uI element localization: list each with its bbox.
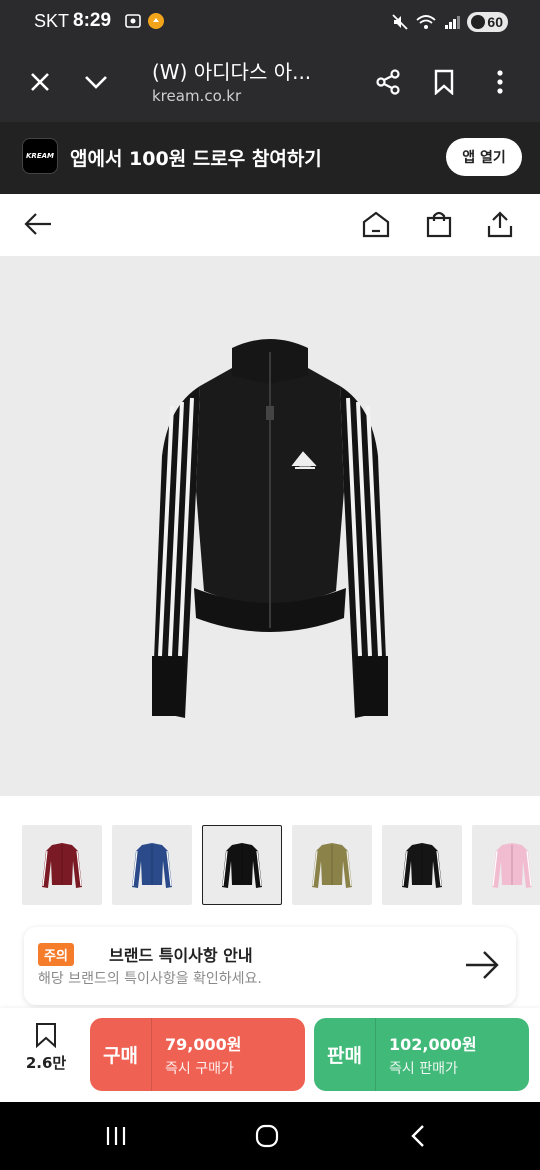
bookmark-icon <box>36 1023 56 1048</box>
notification-app-icon <box>148 13 164 29</box>
color-variant-thumbnails <box>0 823 540 905</box>
thumbnail-3[interactable] <box>202 825 282 905</box>
product-image[interactable] <box>0 256 540 796</box>
brand-notice-card[interactable]: 주의 브랜드 특이사항 안내 해당 브랜드의 특이사항을 확인하세요. <box>24 927 516 1005</box>
banner-text: 앱에서 100원 드로우 참여하기 <box>70 148 322 170</box>
share-icon <box>376 69 400 95</box>
home-nav-button[interactable] <box>247 1118 287 1154</box>
back-arrow-icon <box>24 213 51 235</box>
thumbnail-2[interactable] <box>112 825 192 905</box>
home-icon <box>362 211 390 238</box>
status-right-icons: 60 <box>391 10 508 34</box>
back-chevron-icon <box>411 1125 424 1147</box>
page-title: (W) 아디다스 아... <box>152 60 312 84</box>
battery-indicator: 60 <box>467 12 508 32</box>
thumbnail-4[interactable] <box>292 825 372 905</box>
battery-saver-icon <box>471 15 486 29</box>
page-share-button[interactable] <box>482 206 518 242</box>
browser-share-button[interactable] <box>366 60 410 104</box>
wishlist-button[interactable]: 2.6만 <box>20 1022 72 1088</box>
purchase-action-bar: 2.6만 구매 79,000원 즉시 구매가 판매 102,000원 즉시 판매… <box>0 1008 540 1102</box>
cart-button[interactable] <box>421 206 457 242</box>
track-jacket-image <box>152 339 388 718</box>
jacket-thumbnail-image <box>42 843 82 888</box>
arrow-right-icon <box>466 951 499 979</box>
more-vert-icon <box>497 70 503 94</box>
thumbnail-6[interactable] <box>472 825 540 905</box>
thumbnail-5[interactable] <box>382 825 462 905</box>
close-icon <box>31 73 49 91</box>
notice-heading: 브랜드 특이사항 안내 <box>109 946 253 965</box>
bookmark-icon <box>434 69 454 95</box>
buy-label: 구매 <box>90 1018 152 1091</box>
wifi-icon <box>416 15 437 29</box>
recent-apps-icon <box>106 1127 126 1145</box>
more-options-button[interactable] <box>478 60 522 104</box>
notice-tag: 주의 <box>38 943 74 966</box>
sell-desc: 즉시 판매가 <box>389 1061 458 1077</box>
close-tab-button[interactable] <box>18 60 62 104</box>
minimize-button[interactable] <box>74 60 118 104</box>
screenshot-icon <box>125 14 141 28</box>
jacket-thumbnail-image <box>402 843 442 888</box>
clock: 8:29 <box>73 10 112 31</box>
system-navigation-bar <box>0 1102 540 1170</box>
screen: SKT 8:29 60 (W) 아디다스 아... kream.co.kr KR… <box>0 0 540 1170</box>
thumbnail-1[interactable] <box>22 825 102 905</box>
home-circle-icon <box>255 1124 279 1148</box>
sell-label: 판매 <box>314 1018 376 1091</box>
buy-button[interactable]: 구매 79,000원 즉시 구매가 <box>90 1018 305 1091</box>
buy-price: 79,000원 <box>165 1035 242 1054</box>
status-bar: SKT 8:29 60 <box>0 0 540 44</box>
page-header <box>0 194 540 256</box>
jacket-thumbnail-image <box>132 843 172 888</box>
home-button[interactable] <box>358 206 394 242</box>
wishlist-count: 2.6만 <box>25 1054 67 1072</box>
chevron-down-icon <box>85 76 107 89</box>
kream-logo: KREAM <box>22 138 58 174</box>
battery-level: 60 <box>487 14 503 30</box>
shopping-bag-icon <box>426 211 452 238</box>
upload-share-icon <box>487 211 513 238</box>
buy-desc: 즉시 구매가 <box>165 1061 234 1077</box>
recent-apps-button[interactable] <box>96 1118 136 1154</box>
open-app-button[interactable]: 앱 열기 <box>446 138 522 176</box>
jacket-thumbnail-image <box>492 843 532 888</box>
app-promo-banner: KREAM 앱에서 100원 드로우 참여하기 앱 열기 <box>0 122 540 194</box>
jacket-thumbnail-image <box>222 843 262 888</box>
back-nav-button[interactable] <box>398 1118 438 1154</box>
notice-subtext: 해당 브랜드의 특이사항을 확인하세요. <box>38 971 262 987</box>
buy-info: 79,000원 즉시 구매가 <box>152 1031 241 1078</box>
sell-button[interactable]: 판매 102,000원 즉시 판매가 <box>314 1018 529 1091</box>
carrier-label: SKT <box>34 11 70 31</box>
signal-icon <box>445 16 461 29</box>
sell-info: 102,000원 즉시 판매가 <box>376 1031 477 1078</box>
browser-bookmark-button[interactable] <box>422 60 466 104</box>
browser-toolbar: (W) 아디다스 아... kream.co.kr <box>0 44 540 122</box>
page-url: kream.co.kr <box>152 87 242 105</box>
sell-price: 102,000원 <box>389 1035 477 1054</box>
jacket-thumbnail-image <box>312 843 352 888</box>
mute-icon <box>392 14 409 30</box>
back-button[interactable] <box>20 206 56 242</box>
